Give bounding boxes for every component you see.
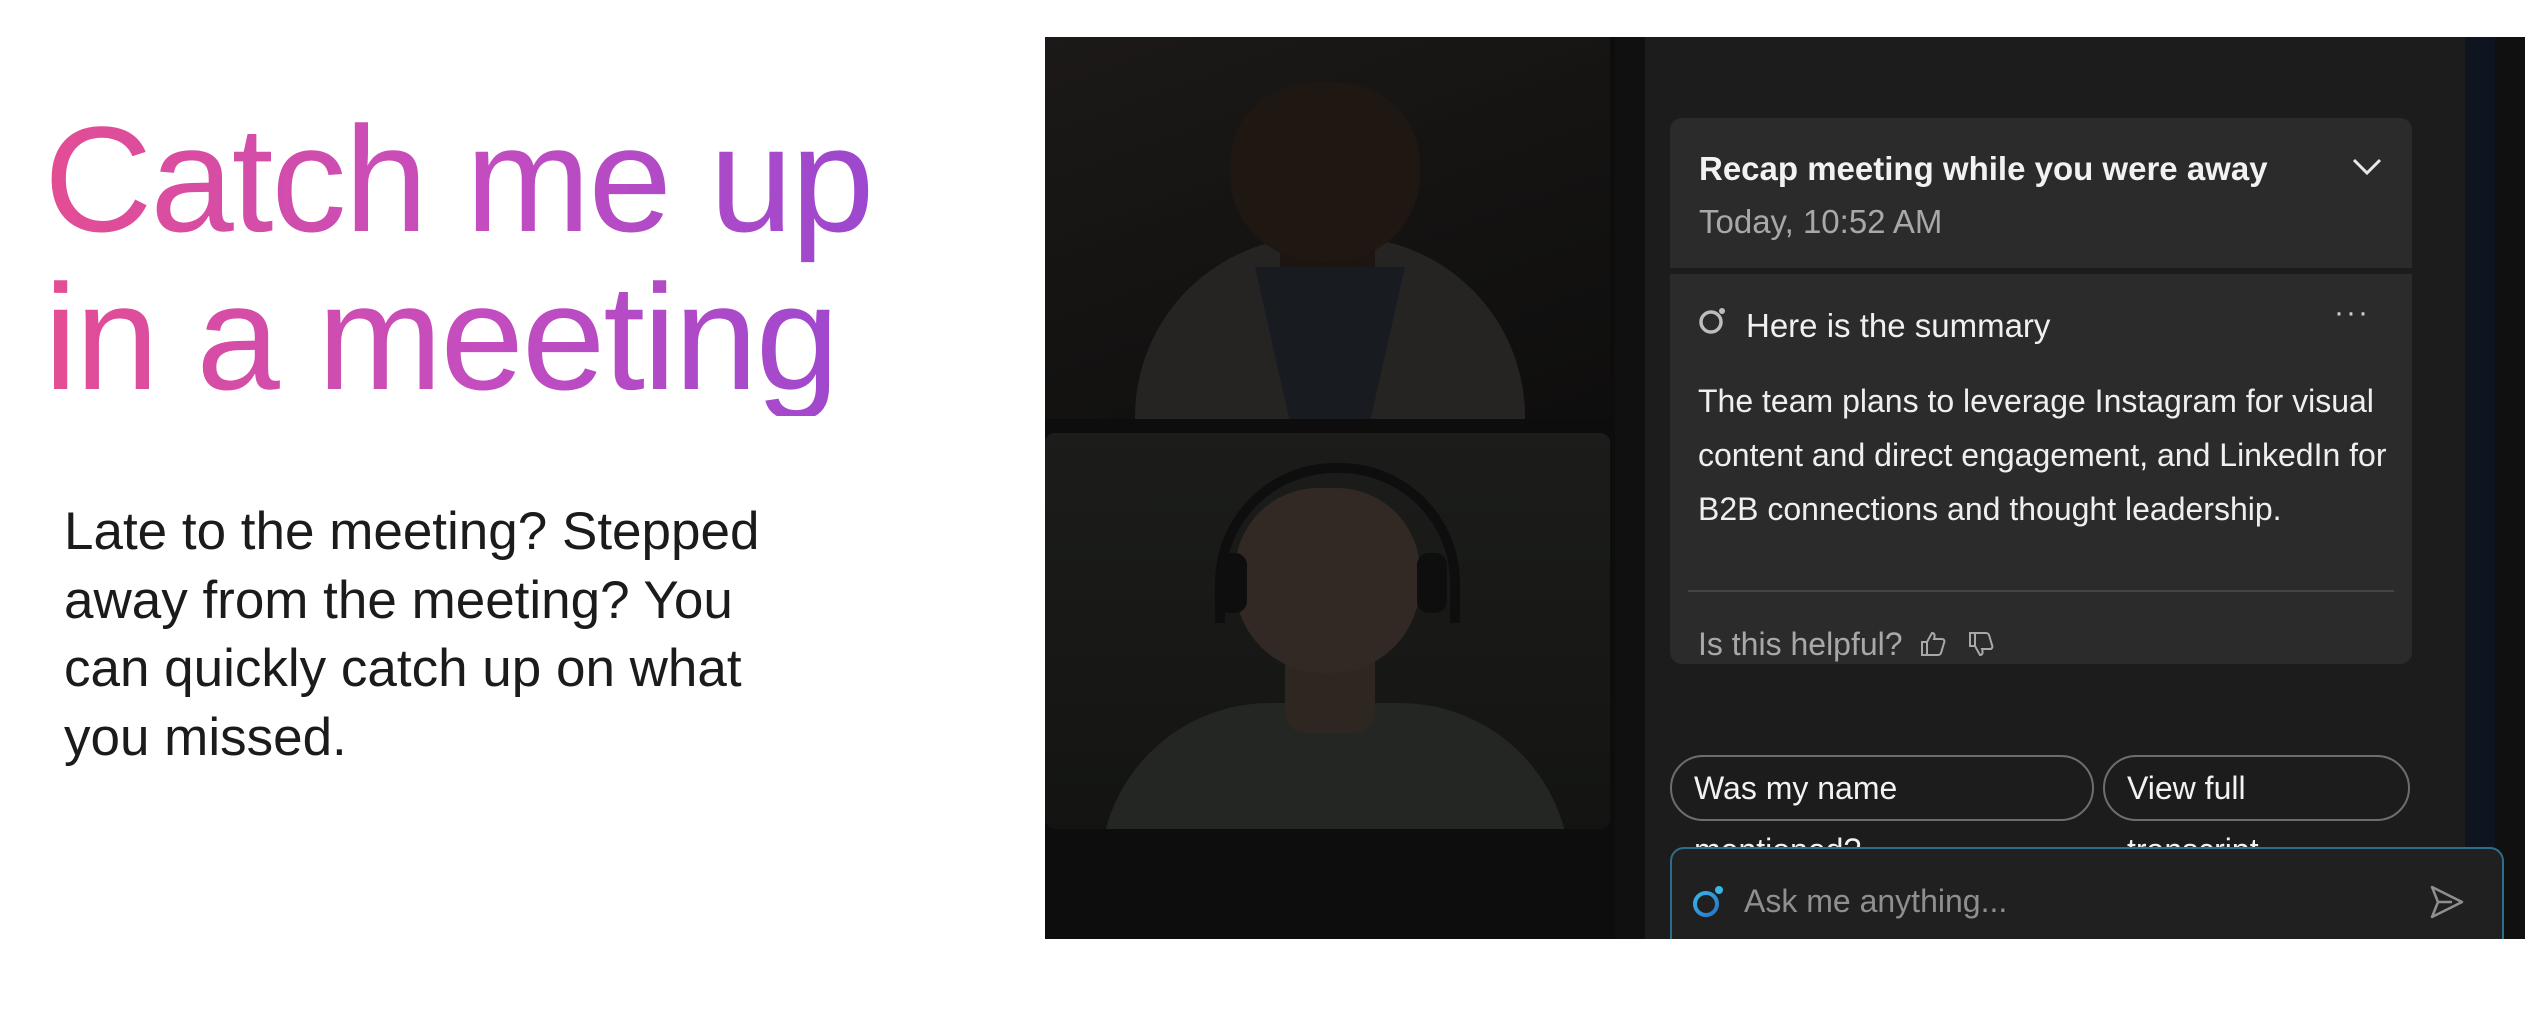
recap-header[interactable]: Recap meeting while you were away Today,… [1670,118,2412,268]
ask-input[interactable] [1742,875,2346,927]
send-icon[interactable] [2428,883,2466,921]
video-dim-overlay [1045,37,1610,419]
ask-box [1670,847,2504,939]
suggestion-name-mentioned-button[interactable]: Was my name mentioned? [1670,755,2094,868]
thumbs-down-icon[interactable] [1966,629,1996,659]
slide-headline: Catch me up in a meeting [44,100,1004,416]
recap-timestamp: Today, 10:52 AM [1699,203,1943,240]
summary-text: The team plans to leverage Instagram for… [1698,383,2387,527]
suggestion-view-transcript-button[interactable]: View full transcript [2103,755,2410,868]
video-grid [1045,37,1615,939]
feedback-prompt: Is this helpful? [1698,626,1903,662]
video-tile-participant-2[interactable] [1045,433,1610,829]
chevron-down-icon[interactable] [2352,158,2382,176]
video-dim-overlay [1045,433,1610,829]
summary-label: Here is the summary [1746,307,2051,344]
panel-edge [2465,37,2495,939]
thumbs-up-icon[interactable] [1918,629,1948,659]
slide-body-text: Late to the meeting? Stepped away from t… [64,502,760,767]
recap-title: Recap meeting while you were away [1699,150,2268,187]
ai-assistant-icon [1699,308,1725,334]
divider [1688,590,2394,592]
meeting-screenshot: Recap meeting while you were away Today,… [1045,37,2525,939]
ai-assistant-icon [1693,886,1723,917]
video-tile-participant-1[interactable] [1045,37,1610,419]
summary-card: Here is the summary ··· The team plans t… [1670,274,2412,664]
more-icon[interactable]: ··· [2334,296,2370,330]
